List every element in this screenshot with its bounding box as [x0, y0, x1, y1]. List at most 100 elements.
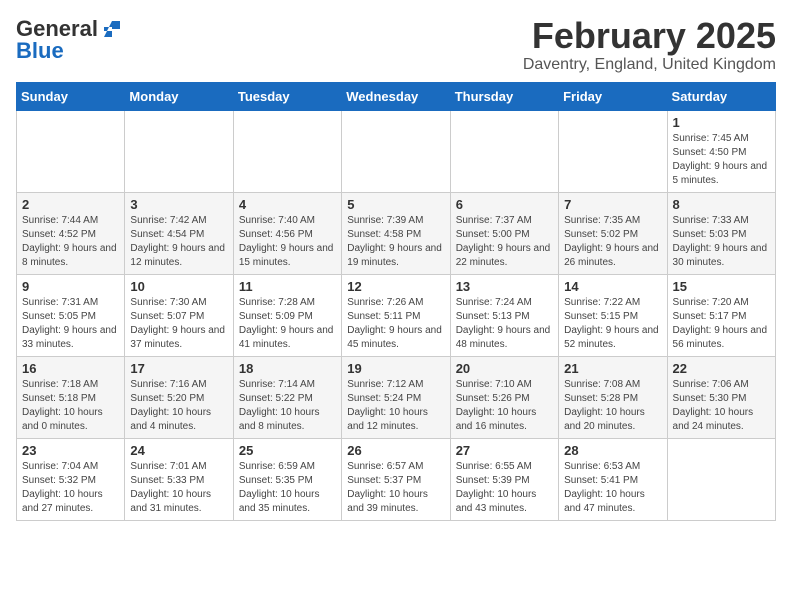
calendar-cell: 7 Sunrise: 7:35 AM Sunset: 5:02 PM Daylig… — [559, 192, 667, 274]
day-info: Sunrise: 7:14 AM Sunset: 5:22 PM Dayligh… — [239, 378, 336, 434]
weekday-friday: Friday — [559, 82, 667, 110]
calendar-cell: 5 Sunrise: 7:39 AM Sunset: 4:58 PM Daylig… — [342, 192, 450, 274]
calendar-cell: 28 Sunrise: 6:53 AM Sunset: 5:41 PM Dayli… — [559, 438, 667, 520]
day-number: 3 — [130, 197, 227, 212]
week-row-3: 16Sunrise: 7:18 AM Sunset: 5:18 PM Dayli… — [17, 356, 776, 438]
day-number: 10 — [130, 279, 227, 294]
day-number: 7 — [564, 197, 661, 212]
day-number: 11 — [239, 279, 336, 294]
day-number: 9 — [22, 279, 119, 294]
day-info: Sunrise: 7:01 AM Sunset: 5:33 PM Dayligh… — [130, 460, 227, 516]
calendar-cell: 2 Sunrise: 7:44 AM Sunset: 4:52 PM Daylig… — [17, 192, 125, 274]
calendar-cell: 1 Sunrise: 7:45 AM Sunset: 4:50 PM Daylig… — [667, 110, 775, 192]
calendar-cell: 14Sunrise: 7:22 AM Sunset: 5:15 PM Dayli… — [559, 274, 667, 356]
day-info: Sunrise: 6:59 AM Sunset: 5:35 PM Dayligh… — [239, 460, 336, 516]
day-number: 1 — [673, 115, 770, 130]
weekday-monday: Monday — [125, 82, 233, 110]
day-info: Sunrise: 7:42 AM Sunset: 4:54 PM Dayligh… — [130, 214, 227, 270]
calendar-cell: 16Sunrise: 7:18 AM Sunset: 5:18 PM Dayli… — [17, 356, 125, 438]
calendar-cell: 21 Sunrise: 7:08 AM Sunset: 5:28 PM Dayli… — [559, 356, 667, 438]
page-header: General Blue February 2025 Daventry, Eng… — [16, 16, 776, 74]
calendar-table: SundayMondayTuesdayWednesdayThursdayFrid… — [16, 82, 776, 521]
calendar-cell: 26 Sunrise: 6:57 AM Sunset: 5:37 PM Dayli… — [342, 438, 450, 520]
day-number: 25 — [239, 443, 336, 458]
day-number: 6 — [456, 197, 553, 212]
logo: General Blue — [16, 16, 120, 64]
calendar-cell: 17 Sunrise: 7:16 AM Sunset: 5:20 PM Dayli… — [125, 356, 233, 438]
calendar-cell: 10 Sunrise: 7:30 AM Sunset: 5:07 PM Dayli… — [125, 274, 233, 356]
calendar-cell: 22 Sunrise: 7:06 AM Sunset: 5:30 PM Dayli… — [667, 356, 775, 438]
week-row-4: 23 Sunrise: 7:04 AM Sunset: 5:32 PM Dayli… — [17, 438, 776, 520]
calendar-cell — [125, 110, 233, 192]
day-number: 22 — [673, 361, 770, 376]
day-info: Sunrise: 7:33 AM Sunset: 5:03 PM Dayligh… — [673, 214, 770, 270]
weekday-header-row: SundayMondayTuesdayWednesdayThursdayFrid… — [17, 82, 776, 110]
day-number: 2 — [22, 197, 119, 212]
day-number: 27 — [456, 443, 553, 458]
weekday-tuesday: Tuesday — [233, 82, 341, 110]
day-info: Sunrise: 7:37 AM Sunset: 5:00 PM Dayligh… — [456, 214, 553, 270]
day-number: 26 — [347, 443, 444, 458]
calendar-cell: 24 Sunrise: 7:01 AM Sunset: 5:33 PM Dayli… — [125, 438, 233, 520]
calendar-cell: 3 Sunrise: 7:42 AM Sunset: 4:54 PM Daylig… — [125, 192, 233, 274]
day-info: Sunrise: 7:12 AM Sunset: 5:24 PM Dayligh… — [347, 378, 444, 434]
day-info: Sunrise: 7:06 AM Sunset: 5:30 PM Dayligh… — [673, 378, 770, 434]
month-title: February 2025 — [523, 16, 776, 56]
day-number: 14 — [564, 279, 661, 294]
calendar-cell — [667, 438, 775, 520]
calendar-cell: 20Sunrise: 7:10 AM Sunset: 5:26 PM Dayli… — [450, 356, 558, 438]
calendar-cell: 27 Sunrise: 6:55 AM Sunset: 5:39 PM Dayli… — [450, 438, 558, 520]
day-info: Sunrise: 7:04 AM Sunset: 5:32 PM Dayligh… — [22, 460, 119, 516]
calendar-cell: 13Sunrise: 7:24 AM Sunset: 5:13 PM Dayli… — [450, 274, 558, 356]
day-info: Sunrise: 7:18 AM Sunset: 5:18 PM Dayligh… — [22, 378, 119, 434]
day-info: Sunrise: 7:44 AM Sunset: 4:52 PM Dayligh… — [22, 214, 119, 270]
day-info: Sunrise: 7:31 AM Sunset: 5:05 PM Dayligh… — [22, 296, 119, 352]
day-number: 24 — [130, 443, 227, 458]
day-number: 23 — [22, 443, 119, 458]
weekday-saturday: Saturday — [667, 82, 775, 110]
day-info: Sunrise: 7:16 AM Sunset: 5:20 PM Dayligh… — [130, 378, 227, 434]
day-info: Sunrise: 7:45 AM Sunset: 4:50 PM Dayligh… — [673, 132, 770, 188]
day-number: 19 — [347, 361, 444, 376]
title-block: February 2025 Daventry, England, United … — [523, 16, 776, 74]
calendar-cell: 25 Sunrise: 6:59 AM Sunset: 5:35 PM Dayli… — [233, 438, 341, 520]
day-info: Sunrise: 7:39 AM Sunset: 4:58 PM Dayligh… — [347, 214, 444, 270]
calendar-cell: 18 Sunrise: 7:14 AM Sunset: 5:22 PM Dayli… — [233, 356, 341, 438]
day-info: Sunrise: 7:30 AM Sunset: 5:07 PM Dayligh… — [130, 296, 227, 352]
calendar-cell — [450, 110, 558, 192]
day-number: 4 — [239, 197, 336, 212]
day-info: Sunrise: 7:10 AM Sunset: 5:26 PM Dayligh… — [456, 378, 553, 434]
calendar-cell — [233, 110, 341, 192]
day-info: Sunrise: 6:53 AM Sunset: 5:41 PM Dayligh… — [564, 460, 661, 516]
day-info: Sunrise: 7:28 AM Sunset: 5:09 PM Dayligh… — [239, 296, 336, 352]
calendar-cell: 15 Sunrise: 7:20 AM Sunset: 5:17 PM Dayli… — [667, 274, 775, 356]
calendar-cell — [342, 110, 450, 192]
day-info: Sunrise: 6:55 AM Sunset: 5:39 PM Dayligh… — [456, 460, 553, 516]
calendar-cell: 23 Sunrise: 7:04 AM Sunset: 5:32 PM Dayli… — [17, 438, 125, 520]
week-row-0: 1 Sunrise: 7:45 AM Sunset: 4:50 PM Daylig… — [17, 110, 776, 192]
day-info: Sunrise: 7:24 AM Sunset: 5:13 PM Dayligh… — [456, 296, 553, 352]
day-info: Sunrise: 7:35 AM Sunset: 5:02 PM Dayligh… — [564, 214, 661, 270]
day-info: Sunrise: 7:26 AM Sunset: 5:11 PM Dayligh… — [347, 296, 444, 352]
weekday-thursday: Thursday — [450, 82, 558, 110]
location: Daventry, England, United Kingdom — [523, 56, 776, 74]
day-info: Sunrise: 6:57 AM Sunset: 5:37 PM Dayligh… — [347, 460, 444, 516]
calendar-cell: 4 Sunrise: 7:40 AM Sunset: 4:56 PM Daylig… — [233, 192, 341, 274]
day-number: 5 — [347, 197, 444, 212]
calendar-cell: 6 Sunrise: 7:37 AM Sunset: 5:00 PM Daylig… — [450, 192, 558, 274]
day-info: Sunrise: 7:08 AM Sunset: 5:28 PM Dayligh… — [564, 378, 661, 434]
calendar-cell: 19 Sunrise: 7:12 AM Sunset: 5:24 PM Dayli… — [342, 356, 450, 438]
day-info: Sunrise: 7:40 AM Sunset: 4:56 PM Dayligh… — [239, 214, 336, 270]
day-number: 15 — [673, 279, 770, 294]
day-number: 28 — [564, 443, 661, 458]
week-row-2: 9 Sunrise: 7:31 AM Sunset: 5:05 PM Daylig… — [17, 274, 776, 356]
weekday-wednesday: Wednesday — [342, 82, 450, 110]
day-number: 18 — [239, 361, 336, 376]
day-number: 21 — [564, 361, 661, 376]
day-number: 8 — [673, 197, 770, 212]
day-number: 12 — [347, 279, 444, 294]
calendar-cell: 9 Sunrise: 7:31 AM Sunset: 5:05 PM Daylig… — [17, 274, 125, 356]
day-number: 17 — [130, 361, 227, 376]
day-info: Sunrise: 7:20 AM Sunset: 5:17 PM Dayligh… — [673, 296, 770, 352]
calendar-cell — [17, 110, 125, 192]
